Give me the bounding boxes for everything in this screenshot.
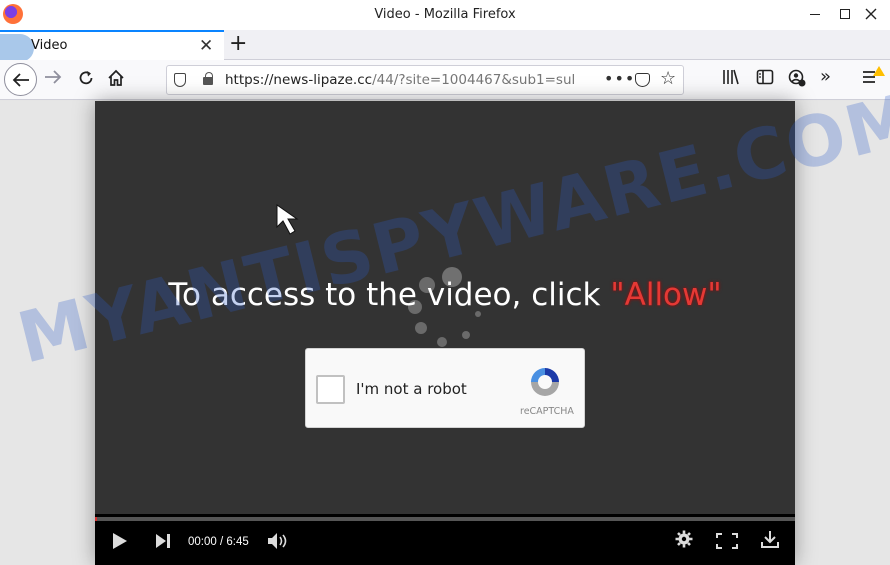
- fullscreen-icon: [716, 533, 738, 549]
- account-button[interactable]: [788, 69, 806, 92]
- close-icon: [865, 8, 877, 20]
- url-host: https://news-lipaze.cc: [225, 72, 373, 88]
- loading-spinner-dot: [415, 322, 427, 334]
- lock-icon[interactable]: [203, 72, 213, 85]
- home-icon: [108, 69, 124, 86]
- page-actions-button[interactable]: •••: [604, 69, 635, 88]
- time-display: 00:00 / 6:45: [188, 536, 249, 548]
- fullscreen-button[interactable]: [716, 533, 738, 549]
- forward-arrow-icon: [45, 70, 62, 84]
- captcha-checkbox[interactable]: [316, 375, 345, 404]
- play-icon[interactable]: [113, 533, 127, 549]
- minimize-icon: [810, 13, 820, 15]
- player-controls: 00:00 / 6:45: [95, 514, 795, 565]
- library-icon: [723, 69, 739, 85]
- progress-fill: [95, 517, 97, 521]
- video-player[interactable]: To access to the video, click "Allow" I'…: [95, 101, 795, 565]
- reload-button[interactable]: [77, 69, 95, 92]
- forward-button[interactable]: [44, 69, 62, 90]
- back-button[interactable]: [4, 63, 37, 96]
- tab-label: Video: [31, 38, 68, 53]
- star-icon[interactable]: ☆: [660, 69, 676, 89]
- progress-bar[interactable]: [95, 517, 795, 521]
- settings-button[interactable]: [675, 530, 693, 552]
- sidebar-icon: [756, 69, 774, 85]
- loading-spinner-dot: [462, 331, 470, 339]
- tab-video[interactable]: Video ✕: [0, 30, 224, 62]
- next-button[interactable]: [155, 533, 171, 553]
- new-tab-button[interactable]: +: [229, 32, 247, 56]
- account-icon: [788, 69, 806, 87]
- close-window-button[interactable]: [852, 0, 890, 28]
- captcha-label: I'm not a robot: [356, 380, 467, 398]
- loading-spinner-dot: [437, 337, 447, 347]
- headline-text: To access to the video, click: [168, 277, 611, 313]
- update-warning-icon: [873, 66, 885, 76]
- url-path: /44/?site=1004467&sub1=sul: [372, 72, 576, 88]
- window-title: Video - Mozilla Firefox: [374, 7, 516, 22]
- reload-icon: [79, 71, 93, 85]
- volume-icon: [268, 533, 287, 549]
- shield-icon[interactable]: [174, 73, 186, 87]
- title-bar: Video - Mozilla Firefox: [0, 0, 890, 30]
- back-arrow-icon: [12, 72, 29, 87]
- headline-allow-text: "Allow": [610, 277, 722, 313]
- gear-icon: [675, 530, 693, 548]
- volume-button[interactable]: [267, 532, 289, 555]
- tab-favicon-placeholder: [0, 34, 34, 62]
- overflow-menu-button[interactable]: »: [820, 67, 831, 87]
- download-icon: [761, 531, 779, 548]
- url-input[interactable]: https://news-lipaze.cc/44/?site=1004467&…: [225, 72, 599, 88]
- recaptcha-logo-icon: [531, 368, 559, 396]
- tab-close-icon[interactable]: ✕: [199, 36, 213, 56]
- home-button[interactable]: [107, 69, 125, 92]
- page-content: To access to the video, click "Allow" I'…: [0, 101, 890, 565]
- download-button[interactable]: [761, 530, 779, 552]
- navigation-toolbar: https://news-lipaze.cc/44/?site=1004467&…: [0, 60, 890, 100]
- mouse-cursor-icon: [276, 204, 299, 235]
- page-headline: To access to the video, click "Allow": [95, 277, 795, 313]
- fake-captcha-box[interactable]: I'm not a robot reCAPTCHA: [305, 348, 585, 428]
- tab-strip: Video ✕ +: [0, 30, 890, 62]
- pocket-icon[interactable]: [635, 73, 650, 87]
- next-icon: [156, 534, 170, 548]
- sidebar-button[interactable]: [756, 69, 774, 90]
- library-button[interactable]: [722, 69, 740, 90]
- recaptcha-brand: reCAPTCHA: [520, 406, 574, 417]
- maximize-icon: [840, 9, 850, 19]
- url-bar[interactable]: https://news-lipaze.cc/44/?site=1004467&…: [166, 65, 684, 95]
